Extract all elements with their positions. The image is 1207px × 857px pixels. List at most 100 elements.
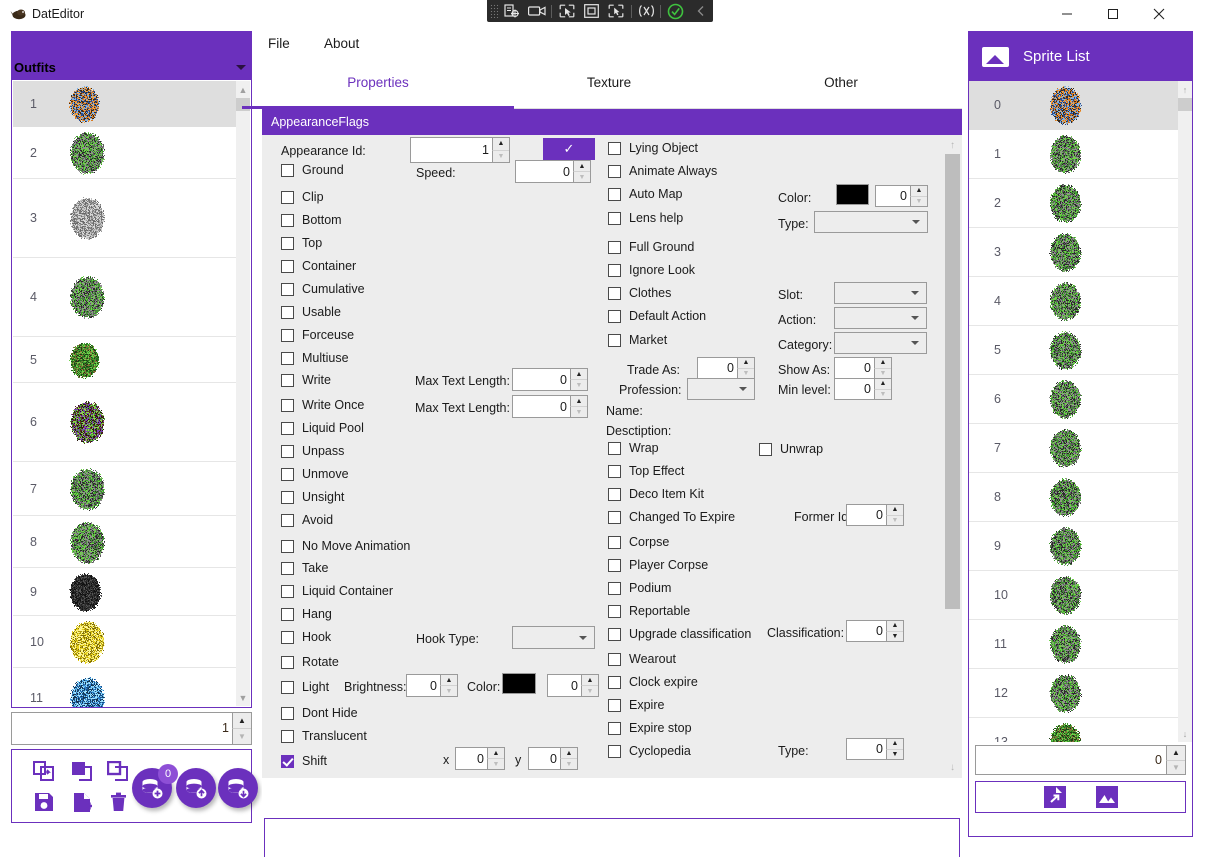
sprite-row[interactable]: 11 [969,620,1178,669]
checkbox-box[interactable] [281,539,294,553]
checkbox-box[interactable] [281,398,294,412]
spinner-down-icon[interactable]: ▼ [1166,759,1185,774]
outfit-row[interactable]: 6 [13,383,236,462]
checkbox-box[interactable] [281,729,294,743]
checkbox-box[interactable] [608,211,621,225]
checkbox-player-corpse[interactable]: Player Corpse [608,558,708,572]
former-id-input[interactable]: 0 ▲ ▼ [846,504,904,526]
spinner-up-icon[interactable]: ▲ [874,379,891,389]
screen-capture-toolbar[interactable] [487,0,713,22]
new-file-button[interactable] [71,791,93,813]
checkbox-bottom[interactable]: Bottom [281,213,342,227]
checkbox-box[interactable] [608,604,621,618]
spinner-up-icon[interactable]: ▲ [737,358,754,368]
checkbox-box[interactable] [281,190,294,204]
profession-select[interactable] [687,378,755,400]
speed-input[interactable]: 0 ▲ ▼ [515,160,591,183]
scroll-up-icon[interactable]: ▲ [236,81,250,98]
minimize-button[interactable] [1044,0,1090,28]
checkbox-cyclopedia[interactable]: Cyclopedia [608,744,691,758]
sprite-row[interactable]: 5 [969,326,1178,375]
checkbox-unsight[interactable]: Unsight [281,490,344,504]
spinner-down-icon[interactable]: ▼ [570,406,587,417]
checkbox-box[interactable] [281,490,294,504]
spinner-down-icon[interactable]: ▼ [492,149,509,162]
checkbox-unwrap[interactable]: Unwrap [759,442,823,456]
spinner-down-icon[interactable]: ▼ [874,367,891,378]
checkbox-box[interactable] [281,282,294,296]
checkbox-box[interactable] [281,213,294,227]
outfit-row[interactable]: 5 [13,337,236,383]
checkbox-take[interactable]: Take [281,561,328,575]
write-max-spinner[interactable]: ▲ ▼ [570,369,587,390]
menu-about[interactable]: About [324,36,359,51]
trade-as-input[interactable]: 0 ▲ ▼ [697,357,755,379]
appearance-id-input[interactable]: 1 ▲ ▼ [410,137,510,163]
spinner-up-icon[interactable]: ▲ [581,675,598,685]
scroll-down-icon[interactable]: ▼ [236,689,250,706]
checkbox-expire[interactable]: Expire [608,698,664,712]
checkbox-box[interactable] [608,263,621,277]
checkbox-box[interactable] [281,421,294,435]
spinner-down-icon[interactable]: ▼ [737,367,754,378]
outfit-row[interactable]: 8 [13,516,236,568]
checkbox-box[interactable] [608,464,621,478]
drag-grip-icon[interactable] [490,4,500,18]
checkbox-box[interactable] [281,630,294,644]
spinner-up-icon[interactable]: ▲ [886,505,903,515]
checkbox-clock-expire[interactable]: Clock expire [608,675,698,689]
checkbox-box[interactable] [608,487,621,501]
spinner-down-icon[interactable]: ▼ [487,758,504,769]
snip-region-icon[interactable] [500,1,525,21]
light-color-spinner[interactable]: ▲ ▼ [581,675,598,696]
sprite-row[interactable]: 2 [969,179,1178,228]
checkbox-market[interactable]: Market [608,333,667,347]
outfit-index-input[interactable]: 1 ▲ ▼ [11,712,252,745]
spinner-down-icon[interactable]: ▼ [874,388,891,399]
checkbox-box[interactable] [281,236,294,250]
outfit-row[interactable]: 11 [13,668,236,707]
maximize-button[interactable] [1090,0,1136,28]
checkbox-translucent[interactable]: Translucent [281,729,367,743]
scrollbar-thumb[interactable] [945,154,960,609]
checkbox-container[interactable]: Container [281,259,356,273]
fullscreen-select-icon[interactable] [604,1,629,21]
tab-other[interactable]: Other [761,75,921,90]
min-level-spinner[interactable]: ▲ ▼ [874,379,891,399]
spinner-up-icon[interactable]: ▲ [910,186,927,196]
spinner-up-icon[interactable]: ▲ [560,748,577,758]
save-outfit-button[interactable] [33,791,55,813]
sprite-row[interactable]: 6 [969,375,1178,424]
checkbox-expire-stop[interactable]: Expire stop [608,721,692,735]
copy-outfit-button[interactable] [70,760,92,782]
checkbox-liquid-pool[interactable]: Liquid Pool [281,421,364,435]
checkbox-box[interactable] [608,187,621,201]
slot-select[interactable] [834,282,927,304]
checkbox-shift[interactable]: Shift [281,754,327,768]
checkbox-unpass[interactable]: Unpass [281,444,344,458]
min-level-input[interactable]: 0 ▲ ▼ [834,378,892,400]
outfit-row[interactable]: 7 [13,462,236,516]
automap-color-swatch[interactable] [836,184,869,205]
spinner-up-icon[interactable]: ▲ [487,748,504,758]
category-select[interactable] [834,332,927,354]
show-as-input[interactable]: 0 ▲ ▼ [834,357,892,379]
checkbox-box[interactable] [608,164,621,178]
sprite-index-spinner[interactable]: ▲ ▼ [1166,746,1185,774]
spinner-down-icon[interactable]: ▼ [581,685,598,696]
outfit-row[interactable]: 4 [13,258,236,337]
sprite-row[interactable]: 4 [969,277,1178,326]
classification-spinner[interactable]: ▲ ▼ [886,621,903,641]
checkbox-box[interactable] [608,510,621,524]
checkbox-box[interactable] [281,305,294,319]
checkbox-wearout[interactable]: Wearout [608,652,676,666]
checkbox-forceuse[interactable]: Forceuse [281,328,354,342]
outfit-row[interactable]: 1 [13,81,236,127]
spinner-down-icon[interactable]: ▼ [886,514,903,525]
checkbox-box[interactable] [281,259,294,273]
flags-scrollbar[interactable]: ↑ ↓ [945,137,960,776]
brightness-input[interactable]: 0 ▲ ▼ [406,674,458,697]
import-sprite-button[interactable] [1095,786,1118,808]
outfit-row[interactable]: 10 [13,616,236,668]
write-once-max-spinner[interactable]: ▲ ▼ [570,396,587,417]
